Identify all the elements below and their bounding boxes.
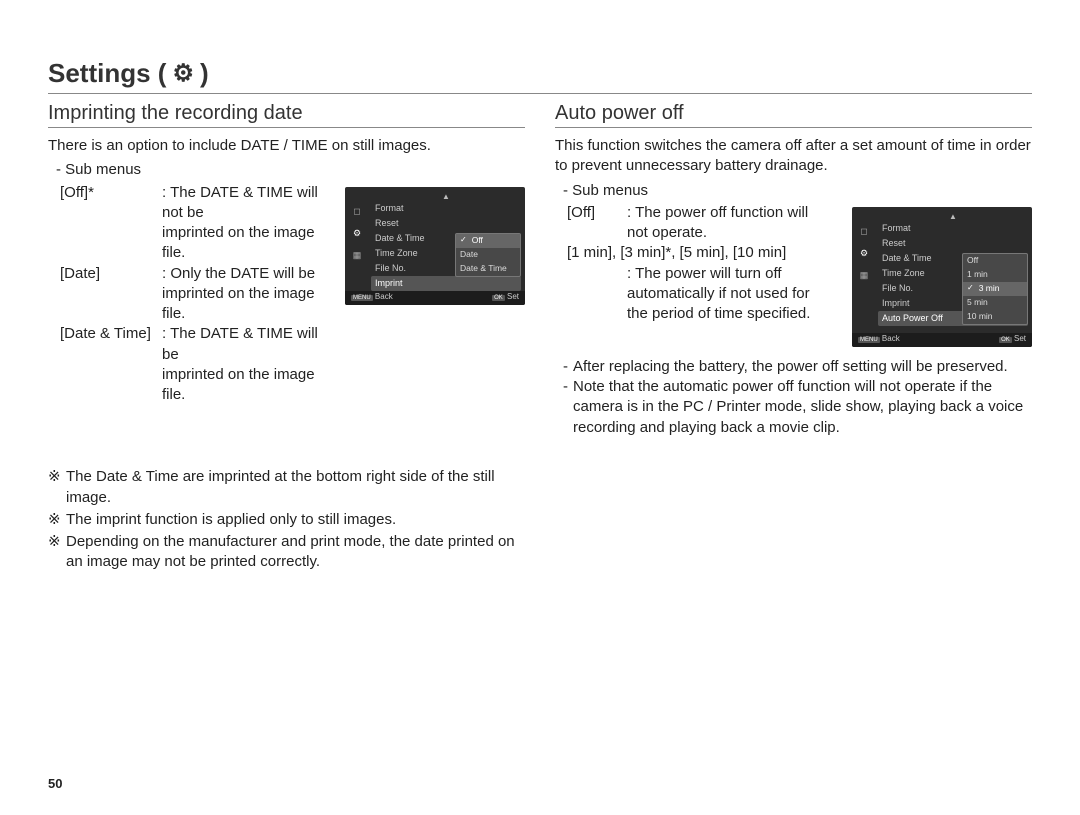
arrow-up-icon: ▲ bbox=[878, 213, 1028, 221]
popup-option: 1 min bbox=[963, 268, 1027, 282]
note-text: The imprint function is applied only to … bbox=[66, 510, 525, 530]
menu-item: Format bbox=[878, 221, 1028, 236]
popup-option: 5 min bbox=[963, 296, 1027, 310]
def-desc-line2: imprinted on the image file. bbox=[162, 365, 321, 406]
imprint-screen-mock: ◻ ⚙ ▦ ▲ Format Reset Date & TimeOff Time… bbox=[345, 187, 525, 305]
side-icon: ◻ bbox=[858, 225, 870, 237]
note-text: The Date & Time are imprinted at the bot… bbox=[66, 467, 525, 508]
menu-button-icon: MENU bbox=[351, 295, 373, 301]
imprint-def-list: [Off]* : The DATE & TIME will not be imp… bbox=[60, 183, 321, 406]
def-desc: : The DATE & TIME will be bbox=[162, 324, 321, 365]
popup-option-selected: 3 min bbox=[963, 282, 1027, 296]
note-row: - Note that the automatic power off func… bbox=[563, 377, 1032, 438]
def-row: [Off] : The power off function will not … bbox=[567, 203, 828, 244]
popup-option-selected: Off bbox=[456, 234, 520, 248]
page-number: 50 bbox=[48, 776, 62, 791]
ok-button-icon: OK bbox=[492, 295, 505, 301]
popup-option: Off bbox=[963, 254, 1027, 268]
page-title: Settings ( ⚙ ) bbox=[48, 58, 1032, 94]
note-symbol: ※ bbox=[48, 532, 66, 552]
def-term-date: [Date] bbox=[60, 264, 162, 284]
gear-icon: ⚙ bbox=[858, 247, 870, 259]
title-text: Settings ( bbox=[48, 58, 166, 89]
side-icon: ▦ bbox=[858, 269, 870, 281]
note-row: ※ The imprint function is applied only t… bbox=[48, 510, 525, 530]
ok-button-icon: OK bbox=[999, 337, 1012, 343]
def-row: [Off]* : The DATE & TIME will not be bbox=[60, 183, 321, 224]
autopower-intro: This function switches the camera off af… bbox=[555, 136, 1032, 177]
menu-button-icon: MENU bbox=[858, 337, 880, 343]
def-term-off: [Off]* bbox=[60, 183, 162, 203]
def-row: [Date & Time] : The DATE & TIME will be bbox=[60, 324, 321, 365]
imprint-intro: There is an option to include DATE / TIM… bbox=[48, 136, 525, 156]
imprint-heading: Imprinting the recording date bbox=[48, 102, 525, 128]
screen-side-icons: ◻ ⚙ ▦ bbox=[855, 225, 873, 281]
note-row: - After replacing the battery, the power… bbox=[563, 357, 1032, 377]
left-column: Imprinting the recording date There is a… bbox=[48, 100, 525, 575]
dash-icon: - bbox=[563, 377, 573, 397]
popup-option: Date & Time bbox=[456, 262, 520, 276]
imprint-popup: Off Date Date & Time bbox=[455, 233, 521, 277]
autopower-submenus-label: - Sub menus bbox=[563, 181, 1032, 201]
autopower-popup: Off 1 min 3 min 5 min 10 min bbox=[962, 253, 1028, 325]
screen-footer: MENU Back OK Set bbox=[852, 333, 1032, 347]
menu-item: Reset bbox=[878, 236, 1028, 251]
screen-side-icons: ◻ ⚙ ▦ bbox=[348, 205, 366, 261]
def-term-datetime: [Date & Time] bbox=[60, 324, 162, 344]
gear-icon: ⚙ bbox=[351, 227, 363, 239]
def-desc: : The power off function will not operat… bbox=[627, 203, 828, 244]
note-text: After replacing the battery, the power o… bbox=[573, 357, 1032, 377]
menu-item-selected: Imprint bbox=[371, 276, 521, 291]
def-row: [Date] : Only the DATE will be bbox=[60, 264, 321, 284]
dash-icon: - bbox=[563, 357, 573, 377]
gear-icon: ⚙ bbox=[172, 59, 194, 88]
note-symbol: ※ bbox=[48, 467, 66, 487]
def-desc-line2: imprinted on the image file. bbox=[162, 223, 321, 264]
popup-option: 10 min bbox=[963, 310, 1027, 324]
side-icon: ◻ bbox=[351, 205, 363, 217]
popup-option: Date bbox=[456, 248, 520, 262]
autopower-heading: Auto power off bbox=[555, 102, 1032, 128]
def-desc-line2: imprinted on the image file. bbox=[162, 284, 321, 325]
menu-item: Format bbox=[371, 201, 521, 216]
def-term-off: [Off] bbox=[567, 203, 627, 223]
imprint-submenus-label: - Sub menus bbox=[56, 160, 525, 180]
note-row: ※ Depending on the manufacturer and prin… bbox=[48, 532, 525, 573]
arrow-up-icon: ▲ bbox=[371, 193, 521, 201]
menu-item: Reset bbox=[371, 216, 521, 231]
autopower-def-list: [Off] : The power off function will not … bbox=[567, 203, 828, 347]
screen-footer: MENU Back OK Set bbox=[345, 291, 525, 305]
def-term-times: [1 min], [3 min]*, [5 min], [10 min] bbox=[567, 243, 828, 263]
note-symbol: ※ bbox=[48, 510, 66, 530]
note-row: ※ The Date & Time are imprinted at the b… bbox=[48, 467, 525, 508]
autopower-screen-mock: ◻ ⚙ ▦ ▲ Format Reset Date & Time Time Zo… bbox=[852, 207, 1032, 347]
note-text: Note that the automatic power off functi… bbox=[573, 377, 1032, 438]
def-desc: : Only the DATE will be bbox=[162, 264, 321, 284]
imprint-notes: ※ The Date & Time are imprinted at the b… bbox=[48, 467, 525, 572]
side-icon: ▦ bbox=[351, 249, 363, 261]
title-close: ) bbox=[200, 58, 209, 89]
def-desc: : The DATE & TIME will not be bbox=[162, 183, 321, 224]
def-desc-times: : The power will turn off automatically … bbox=[627, 264, 828, 325]
right-column: Auto power off This function switches th… bbox=[555, 100, 1032, 575]
note-text: Depending on the manufacturer and print … bbox=[66, 532, 525, 573]
autopower-notes: - After replacing the battery, the power… bbox=[555, 357, 1032, 438]
